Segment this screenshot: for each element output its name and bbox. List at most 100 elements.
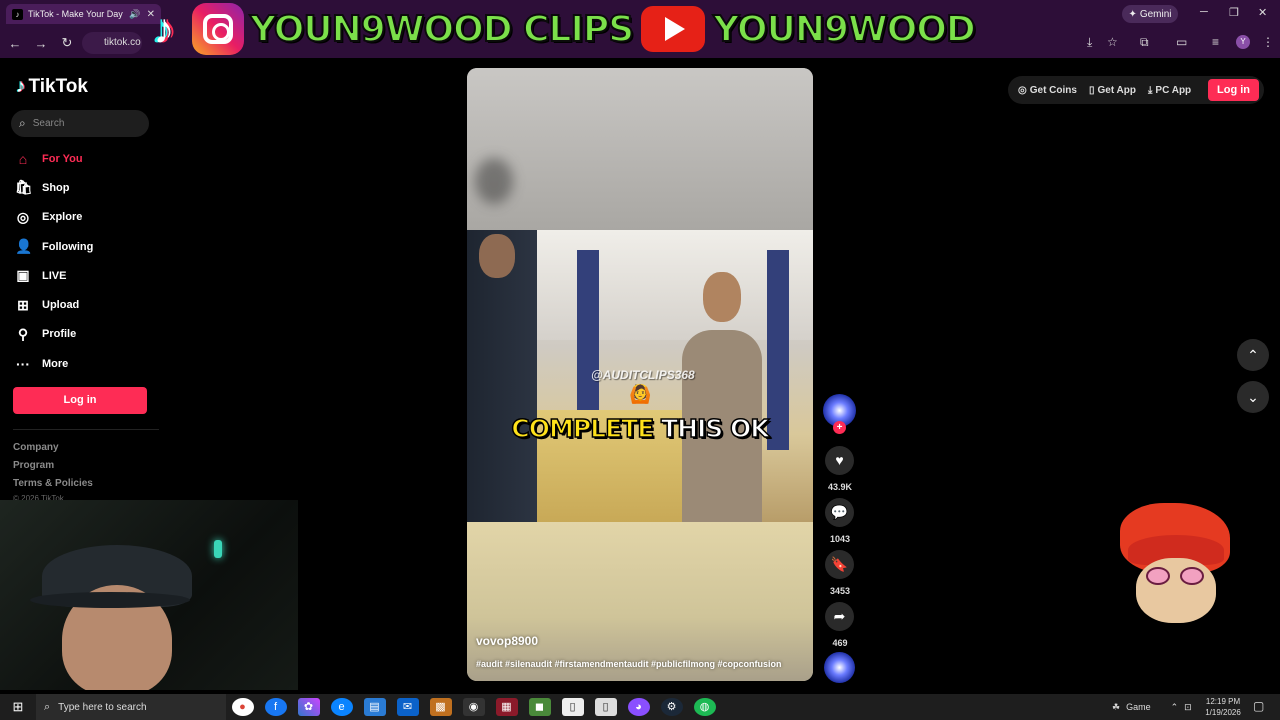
taskbar-search-input[interactable]: ⌕ Type here to search bbox=[36, 694, 226, 720]
steam-app-icon[interactable]: ⚙ bbox=[660, 698, 683, 716]
browser-chrome: ♪ TikTok - Make Your Day 🔊 ✕ ✦ Gemini ─ … bbox=[0, 0, 1280, 58]
game-tray-label: Game bbox=[1126, 702, 1151, 712]
video-watermark: @AUDITCLIPS368 bbox=[591, 368, 695, 382]
screen: ♪ TikTok - Make Your Day 🔊 ✕ ✦ Gemini ─ … bbox=[0, 0, 1280, 720]
sidebar-item-for-you[interactable]: ⌂ For You bbox=[15, 144, 93, 173]
menu-kebab-icon[interactable]: ⋮ bbox=[1262, 35, 1274, 49]
tab-title: TikTok - Make Your Day bbox=[28, 9, 123, 19]
maximize-icon[interactable]: ❐ bbox=[1229, 6, 1239, 19]
mascot-face bbox=[1136, 558, 1216, 623]
pc-app-label: PC App bbox=[1155, 84, 1192, 96]
sidebar-item-shop[interactable]: 🛍 Shop bbox=[15, 173, 93, 202]
windows-start-icon[interactable]: ⊞ bbox=[0, 699, 36, 715]
reload-icon[interactable]: ↻ bbox=[60, 35, 74, 51]
follow-plus-icon[interactable]: + bbox=[833, 421, 846, 434]
get-app-label: Get App bbox=[1097, 84, 1136, 96]
person-emoji-icon: 🙆 bbox=[629, 384, 652, 404]
video-hashtags[interactable]: #audit #silenaudit #firstamendmentaudit … bbox=[476, 659, 782, 669]
video-top-blur bbox=[467, 68, 813, 230]
footer-terms-link[interactable]: Terms & Policies bbox=[13, 478, 93, 489]
close-window-icon[interactable]: ✕ bbox=[1258, 6, 1267, 19]
address-bar[interactable]: tiktok.co bbox=[82, 32, 142, 54]
sidebar-item-more[interactable]: ··· More bbox=[15, 349, 93, 378]
speaker-icon[interactable]: 🔊 bbox=[129, 9, 140, 20]
mascot-eye bbox=[1180, 567, 1204, 585]
clock-time: 12:19 PM bbox=[1205, 697, 1241, 706]
file-app-icon[interactable]: ▯ bbox=[561, 698, 584, 716]
chrome-app-icon[interactable]: ● bbox=[231, 698, 254, 716]
search-input[interactable]: ⌕ Search bbox=[11, 110, 149, 137]
video-player[interactable]: @AUDITCLIPS368 🙆 COMPLETE THIS OK vovop8… bbox=[467, 68, 813, 681]
url-text: tiktok.co bbox=[104, 37, 141, 48]
get-app-button[interactable]: ▯ Get App bbox=[1089, 85, 1136, 96]
network-icon[interactable]: ⊡ bbox=[1184, 702, 1192, 713]
streamer-webcam-overlay bbox=[0, 500, 298, 690]
bookmark-icon[interactable]: 🔖 bbox=[825, 550, 854, 579]
sidebar-item-upload[interactable]: ⊞ Upload bbox=[15, 290, 93, 319]
pc-app-button[interactable]: ⤓ PC App bbox=[1148, 85, 1191, 96]
system-tray: ☘ Game ⌃ ⊡ bbox=[1112, 694, 1192, 720]
discord-app-icon[interactable]: ◕ bbox=[627, 698, 650, 716]
obs-app-icon[interactable]: ◉ bbox=[462, 698, 485, 716]
sidebar-item-profile[interactable]: ⚲ Profile bbox=[15, 320, 93, 349]
browser-tab-tiktok[interactable]: ♪ TikTok - Make Your Day 🔊 ✕ bbox=[6, 4, 161, 24]
game-tray-icon[interactable]: ☘ bbox=[1112, 702, 1120, 713]
notification-icon[interactable]: ▢ bbox=[1253, 699, 1264, 713]
footer-program-link[interactable]: Program bbox=[13, 460, 54, 471]
extensions-icon[interactable]: ⧉ bbox=[1140, 35, 1149, 50]
gemini-button[interactable]: ✦ Gemini bbox=[1122, 5, 1178, 23]
chevron-up-icon[interactable]: ⌃ bbox=[1237, 339, 1269, 371]
sidebar-login-button[interactable]: Log in bbox=[13, 387, 147, 414]
footer-company-link[interactable]: Company bbox=[13, 442, 59, 453]
sidebar-item-following[interactable]: 👤 Following bbox=[15, 232, 93, 261]
app-icon[interactable]: ◍ bbox=[693, 698, 716, 716]
sidebar-item-live[interactable]: ▣ LIVE bbox=[15, 261, 93, 290]
taskbar-clock[interactable]: 12:19 PM 1/19/2026 bbox=[1200, 696, 1246, 718]
like-count: 43.9K bbox=[827, 482, 853, 492]
facebook-app-icon[interactable]: f bbox=[264, 698, 287, 716]
edge-app-icon[interactable]: e bbox=[330, 698, 353, 716]
sidebar-item-label: Explore bbox=[42, 211, 83, 224]
save-count: 3453 bbox=[829, 586, 851, 596]
chevron-down-icon[interactable]: ⌄ bbox=[1237, 381, 1269, 413]
sidebar-item-label: For You bbox=[42, 152, 83, 165]
following-icon: 👤 bbox=[15, 238, 33, 255]
tray-chevron-icon[interactable]: ⌃ bbox=[1171, 702, 1179, 713]
game-app-icon[interactable]: ▩ bbox=[429, 698, 452, 716]
webcam-light bbox=[214, 540, 222, 558]
outlook-app-icon[interactable]: ✉ bbox=[396, 698, 419, 716]
copilot-app-icon[interactable]: ✿ bbox=[297, 698, 320, 716]
tiktok-logo[interactable]: ♪ TikTok bbox=[16, 76, 88, 98]
reading-list-icon[interactable]: ≡ bbox=[1212, 35, 1219, 49]
header-login-button[interactable]: Log in bbox=[1208, 79, 1259, 101]
share-arrow-icon[interactable]: ➦ bbox=[825, 602, 854, 631]
profile-icon: ⚲ bbox=[17, 325, 29, 342]
profile-avatar[interactable]: Y bbox=[1236, 35, 1250, 49]
comment-icon[interactable]: 💬 bbox=[825, 498, 854, 527]
music-disc-icon[interactable] bbox=[824, 652, 855, 683]
scene-officer-head bbox=[479, 234, 515, 278]
mascot-sticker bbox=[1120, 503, 1230, 628]
sidebar-item-label: Profile bbox=[42, 328, 77, 341]
sidebar-divider bbox=[13, 429, 159, 430]
coin-icon: ◎ bbox=[1018, 84, 1027, 96]
store-app-icon[interactable]: ▤ bbox=[363, 698, 386, 716]
like-heart-icon[interactable]: ♥ bbox=[825, 446, 854, 475]
bookmark-star-icon[interactable]: ☆ bbox=[1107, 35, 1118, 49]
capcut-app-icon[interactable]: ▦ bbox=[495, 698, 518, 716]
minecraft-app-icon[interactable]: ◼ bbox=[528, 698, 551, 716]
get-coins-button[interactable]: ◎ Get Coins bbox=[1018, 85, 1077, 96]
video-username[interactable]: vovop8900 bbox=[476, 634, 538, 648]
forward-icon[interactable]: → bbox=[34, 36, 48, 51]
scene-woman-head bbox=[703, 272, 741, 322]
download-icon: ⤓ bbox=[1148, 84, 1153, 96]
clock-date: 1/19/2026 bbox=[1205, 708, 1241, 717]
instagram-logo-icon bbox=[192, 3, 244, 55]
minimize-icon[interactable]: ─ bbox=[1200, 6, 1208, 18]
cast-icon[interactable]: ▭ bbox=[1176, 35, 1187, 49]
back-icon[interactable]: ← bbox=[8, 36, 22, 51]
gemini-label: Gemini bbox=[1139, 8, 1172, 20]
tiktok-note-icon: ♪ bbox=[16, 76, 26, 97]
sidebar-item-explore[interactable]: ◎ Explore bbox=[15, 203, 93, 232]
file-app-icon[interactable]: ▯ bbox=[594, 698, 617, 716]
